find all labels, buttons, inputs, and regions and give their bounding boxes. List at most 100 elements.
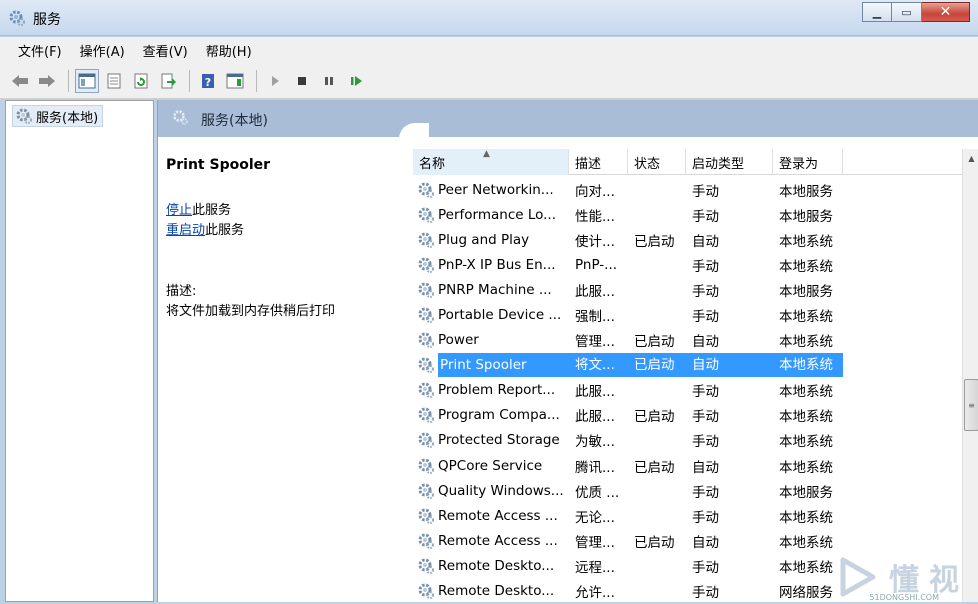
menu-bar: 文件(F) 操作(A) 查看(V) 帮助(H) (0, 37, 978, 63)
cell-log-on-as: 本地系统 (779, 258, 833, 275)
properties-button[interactable] (102, 69, 126, 93)
cell-startup-type: 手动 (692, 409, 719, 426)
close-button[interactable]: ✕ (922, 2, 970, 22)
selected-service-name: Print Spooler (166, 157, 271, 173)
service-name: Problem Report... (438, 382, 556, 399)
title-bar[interactable]: 服务 ▁ ▭ ✕ (0, 0, 978, 36)
cell-status: 已启动 (634, 334, 675, 351)
service-actions: 停止此服务 重启动此服务 (166, 201, 244, 241)
table-row[interactable]: Remote Access ... 管理... 已启动 自动 本地系统 (413, 528, 963, 553)
menu-file[interactable]: 文件(F) (9, 41, 71, 60)
cell-log-on-as: 本地服务 (779, 484, 833, 501)
table-row[interactable]: Remote Access ... 无论... 手动 本地系统 (413, 503, 963, 528)
cell-name: Portable Device ... (413, 306, 569, 324)
table-row[interactable]: Print Spooler 将文... 已启动 自动 本地系统 (413, 353, 963, 378)
services-list[interactable]: ▲ 名称 描述 状态 启动类型 登录为 Peer Networkin... 向对.… (399, 123, 978, 602)
watermark-subtext: 51DONGSHI.COM (869, 593, 939, 602)
table-row[interactable]: PnP-X IP Bus En... PnP-... 手动 本地系统 (413, 252, 963, 277)
service-gear-icon (418, 232, 434, 248)
minimize-icon: ▁ (872, 5, 882, 19)
service-gear-icon (418, 357, 434, 374)
service-gear-icon (418, 182, 434, 198)
cell-log-on-as: 本地系统 (779, 559, 833, 576)
cell-name: Power (413, 331, 569, 349)
table-row[interactable]: Performance Lo... 性能... 手动 本地服务 (413, 202, 963, 227)
panel-header: 服务(本地) (158, 100, 978, 137)
cell-description: 性能... (575, 208, 615, 225)
table-row[interactable]: Quality Windows... 优质 ... 手动 本地服务 (413, 478, 963, 503)
console-tree[interactable]: 服务(本地) (5, 100, 154, 602)
show-action-pane-button[interactable] (223, 69, 247, 93)
help-button[interactable]: ? (196, 69, 220, 93)
table-row[interactable]: Program Compa... 此服... 已启动 手动 本地系统 (413, 403, 963, 428)
service-name: Peer Networkin... (438, 181, 554, 198)
tree-item-services-local[interactable]: 服务(本地) (12, 105, 104, 127)
sort-ascending-icon: ▲ (483, 149, 490, 159)
console-tree-icon (78, 73, 96, 88)
menu-help[interactable]: 帮助(H) (197, 41, 261, 60)
cell-name: Plug and Play (413, 231, 569, 249)
table-row[interactable]: Peer Networkin... 向对... 手动 本地服务 (413, 177, 963, 202)
service-gear-icon (418, 407, 434, 424)
cell-name: Remote Deskto... (413, 557, 569, 575)
cell-startup-type: 手动 (692, 309, 719, 326)
cell-description: 强制... (575, 309, 615, 326)
table-row[interactable]: QPCore Service 腾讯... 已启动 自动 本地系统 (413, 453, 963, 478)
restart-service-link[interactable]: 重启动 (166, 223, 205, 238)
cell-log-on-as: 本地系统 (779, 534, 833, 551)
table-row[interactable]: Plug and Play 使计... 已启动 自动 本地系统 (413, 227, 963, 252)
cell-log-on-as: 本地系统 (779, 334, 833, 351)
vertical-scrollbar[interactable]: ▲ ≡ (962, 149, 978, 602)
scrollbar-thumb[interactable]: ≡ (964, 379, 978, 431)
service-name: PNRP Machine ... (438, 281, 552, 298)
cell-startup-type: 手动 (692, 434, 719, 451)
cell-status: 已启动 (634, 534, 675, 551)
scroll-up-button[interactable]: ▲ (963, 149, 978, 167)
export-list-button[interactable] (156, 69, 180, 93)
column-header-name[interactable]: ▲ 名称 (413, 149, 569, 175)
cell-name: Peer Networkin... (413, 181, 569, 199)
restart-service-button[interactable] (344, 69, 368, 93)
column-header-status[interactable]: 状态 (628, 149, 686, 175)
stop-service-link[interactable]: 停止 (166, 203, 192, 218)
cell-startup-type: 手动 (692, 283, 719, 300)
refresh-button[interactable] (129, 69, 153, 93)
cell-description: 腾讯... (575, 459, 615, 476)
service-name: Program Compa... (438, 407, 560, 424)
forward-button[interactable] (35, 69, 59, 93)
column-header-description[interactable]: 描述 (569, 149, 628, 175)
start-service-button[interactable] (263, 69, 287, 93)
cell-log-on-as: 本地系统 (779, 233, 833, 250)
maximize-button[interactable]: ▭ (892, 2, 922, 22)
column-header-row: ▲ 名称 描述 状态 启动类型 登录为 (413, 149, 963, 175)
service-gear-icon (418, 382, 434, 399)
pause-service-button[interactable] (317, 69, 341, 93)
minimize-button[interactable]: ▁ (862, 2, 892, 22)
table-row[interactable]: Portable Device ... 强制... 手动 本地系统 (413, 302, 963, 327)
table-row[interactable]: PNRP Machine ... 此服... 手动 本地服务 (413, 277, 963, 302)
service-gear-icon (418, 282, 434, 298)
table-row[interactable]: Protected Storage 为敏... 手动 本地系统 (413, 428, 963, 453)
column-label: 状态 (634, 156, 661, 172)
column-header-startup-type[interactable]: 启动类型 (686, 149, 773, 175)
back-button[interactable] (8, 69, 32, 93)
service-gear-icon (418, 508, 434, 524)
cell-description: 将文... (569, 353, 628, 378)
cell-startup-type: 手动 (692, 509, 719, 526)
column-header-log-on-as[interactable]: 登录为 (773, 149, 843, 175)
menu-view[interactable]: 查看(V) (134, 41, 197, 60)
cell-startup-type: 手动 (692, 585, 719, 602)
stop-service-button[interactable] (290, 69, 314, 93)
cell-name: QPCore Service (413, 457, 569, 475)
table-row[interactable]: Power 管理... 已启动 自动 本地系统 (413, 328, 963, 353)
cell-name: PnP-X IP Bus En... (413, 256, 569, 274)
table-row[interactable]: Problem Report... 此服... 手动 本地系统 (413, 378, 963, 403)
menu-action[interactable]: 操作(A) (71, 41, 134, 60)
show-hide-console-tree-button[interactable] (75, 68, 99, 93)
service-gear-icon (418, 583, 434, 600)
help-icon: ? (202, 73, 214, 89)
export-icon (161, 73, 176, 88)
cell-log-on-as: 本地系统 (779, 434, 833, 451)
cell-status: 已启动 (634, 409, 675, 426)
description-pane: Print Spooler 停止此服务 重启动此服务 描述: 将文件加载到内存供… (158, 137, 413, 602)
